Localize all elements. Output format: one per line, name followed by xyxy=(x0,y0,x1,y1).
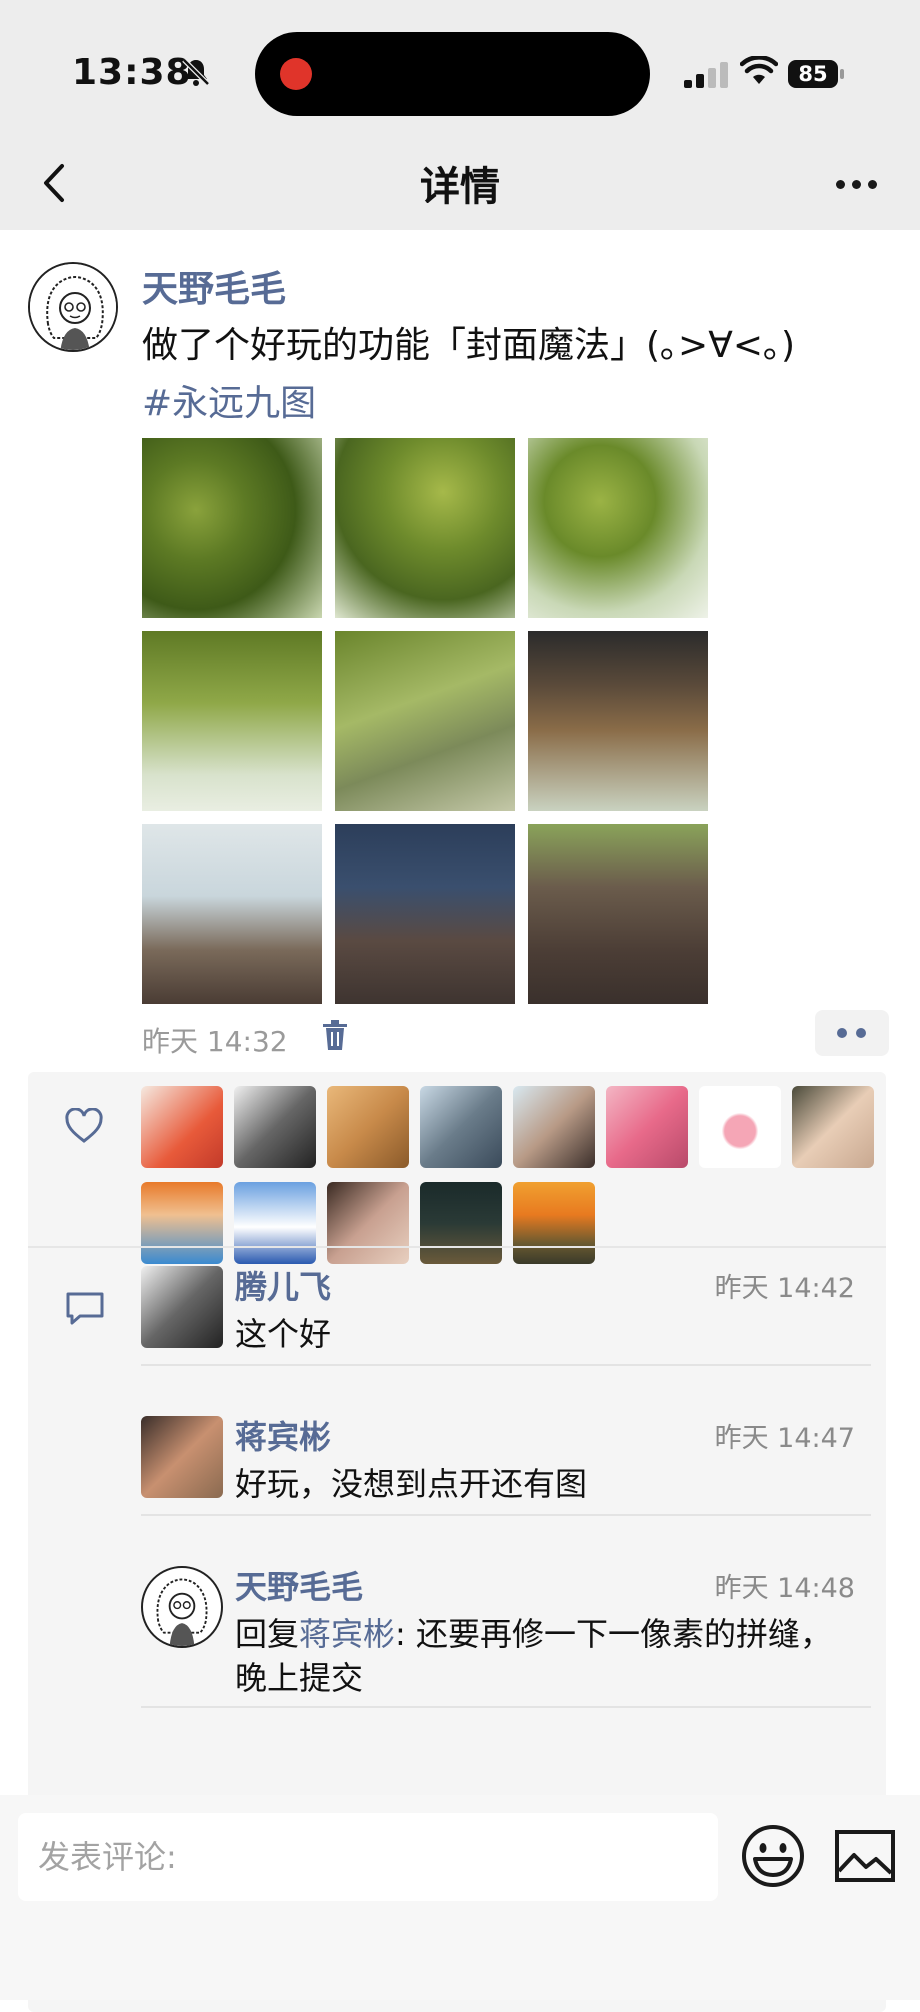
grid-image[interactable] xyxy=(142,631,322,811)
status-time: 13:38 xyxy=(72,52,192,93)
commenter-name[interactable]: 天野毛毛 xyxy=(235,1562,363,1608)
more-options-button[interactable] xyxy=(832,166,882,206)
image-grid xyxy=(142,438,708,1004)
like-avatar[interactable] xyxy=(420,1182,502,1264)
commenter-name[interactable]: 腾儿飞 xyxy=(235,1262,331,1308)
page-title: 详情 xyxy=(420,164,500,210)
battery-indicator: 85 xyxy=(788,58,846,90)
post-text: 做了个好玩的功能「封面魔法」(｡>∀<｡) xyxy=(142,325,796,366)
reply-text: : 还要再修一下一像素的拼缝， xyxy=(395,1615,832,1653)
grid-image[interactable] xyxy=(335,438,515,618)
comment-text: 好玩，没想到点开还有图 xyxy=(235,1465,588,1503)
grid-image[interactable] xyxy=(335,824,515,1004)
recording-indicator xyxy=(280,58,312,90)
comment-time: 昨天 14:42 xyxy=(714,1273,855,1304)
likes-comments-divider xyxy=(28,1246,886,1248)
comment-time: 昨天 14:48 xyxy=(714,1573,855,1604)
author-name[interactable]: 天野毛毛 xyxy=(142,260,286,312)
like-avatar[interactable] xyxy=(792,1086,874,1168)
grid-image[interactable] xyxy=(335,631,515,811)
like-avatar[interactable] xyxy=(420,1086,502,1168)
commenter-name[interactable]: 蒋宾彬 xyxy=(235,1412,331,1458)
comment-separator xyxy=(141,1706,871,1708)
reply-mention[interactable]: 蒋宾彬 xyxy=(299,1615,395,1653)
grid-image[interactable] xyxy=(142,824,322,1004)
grid-image[interactable] xyxy=(528,824,708,1004)
like-avatar[interactable] xyxy=(699,1086,781,1168)
comment-input-container xyxy=(18,1813,718,1901)
comment-input-bar xyxy=(0,1795,920,2000)
like-avatar[interactable] xyxy=(513,1086,595,1168)
grid-image[interactable] xyxy=(528,438,708,618)
comment-separator xyxy=(141,1364,871,1366)
hashtag-link[interactable]: #永远九图 xyxy=(142,374,316,426)
like-avatar[interactable] xyxy=(327,1086,409,1168)
heart-icon xyxy=(65,1108,103,1143)
trash-icon[interactable] xyxy=(320,1018,350,1052)
comment-text: 回复蒋宾彬: 还要再修一下一像素的拼缝， 晚上提交 xyxy=(235,1612,855,1700)
like-avatar[interactable] xyxy=(141,1086,223,1168)
comment-time: 昨天 14:47 xyxy=(714,1423,855,1454)
grid-image[interactable] xyxy=(528,631,708,811)
comment-item[interactable]: 蒋宾彬 昨天 14:47 好玩，没想到点开还有图 xyxy=(141,1416,871,1546)
like-avatar[interactable] xyxy=(606,1086,688,1168)
image-icon[interactable] xyxy=(834,1829,896,1883)
battery-level: 85 xyxy=(798,62,828,86)
reply-prefix: 回复 xyxy=(235,1615,300,1653)
comment-separator xyxy=(141,1514,871,1516)
like-avatar[interactable] xyxy=(234,1182,316,1264)
comment-icon xyxy=(66,1292,104,1325)
comment-input[interactable] xyxy=(18,1813,718,1901)
nav-bar: 详情 xyxy=(0,140,920,230)
commenter-avatar[interactable] xyxy=(141,1416,223,1498)
like-comment-menu-button[interactable] xyxy=(815,1010,889,1056)
comment-item[interactable]: 腾儿飞 昨天 14:42 这个好 xyxy=(141,1266,871,1396)
reply-text-continued: 晚上提交 xyxy=(235,1659,364,1697)
like-avatar[interactable] xyxy=(234,1086,316,1168)
wifi-icon xyxy=(740,56,778,84)
post-timestamp: 昨天 14:32 xyxy=(142,1025,288,1058)
comment-item[interactable]: 天野毛毛 昨天 14:48 回复蒋宾彬: 还要再修一下一像素的拼缝， 晚上提交 xyxy=(141,1566,871,1726)
dynamic-island xyxy=(255,32,650,116)
cellular-signal-icon xyxy=(684,62,728,88)
bell-muted-icon xyxy=(182,58,210,86)
emoji-icon[interactable] xyxy=(740,1823,806,1889)
grid-image[interactable] xyxy=(142,438,322,618)
commenter-avatar[interactable] xyxy=(141,1266,223,1348)
like-avatar[interactable] xyxy=(327,1182,409,1264)
comment-text: 这个好 xyxy=(235,1315,332,1353)
like-avatar[interactable] xyxy=(141,1182,223,1264)
like-avatar[interactable] xyxy=(513,1182,595,1264)
author-avatar[interactable] xyxy=(28,262,118,352)
status-bar: 13:38 85 xyxy=(0,0,920,140)
commenter-avatar[interactable] xyxy=(141,1566,223,1648)
